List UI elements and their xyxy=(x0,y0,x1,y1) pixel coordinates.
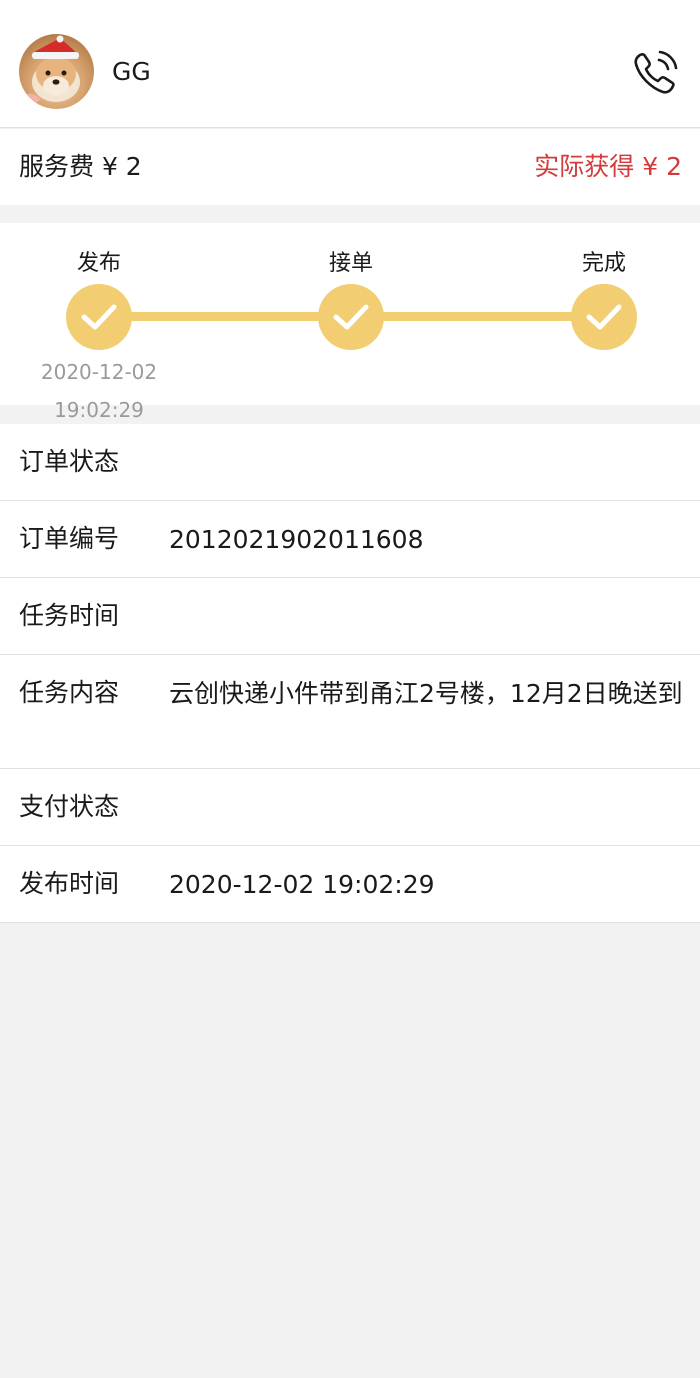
fee-row: 服务费 ¥ 2 实际获得 ¥ 2 xyxy=(0,129,700,205)
detail-row-task-time: 任务时间 xyxy=(0,578,700,655)
step-check xyxy=(571,284,637,350)
detail-value: 201202190201160​8 xyxy=(169,525,424,554)
step-complete: 完成 xyxy=(544,223,664,405)
detail-row-publish-time: 发布时间 2020-12-02 19:02:29 xyxy=(0,846,700,923)
step-label: 发布 xyxy=(76,251,121,276)
order-details: 订单状态 订单编号 201202190201160​8 任务时间 任务内容 云创… xyxy=(0,424,700,923)
check-icon xyxy=(81,304,117,330)
step-date: 2020-12-02 19:02:29 xyxy=(40,360,158,422)
user-header: GG xyxy=(0,0,700,128)
detail-row-payment-status: 支付状态 xyxy=(0,769,700,846)
detail-value: 2020-12-02 19:02:29 xyxy=(169,870,435,899)
detail-label: 订单编号 xyxy=(19,524,120,553)
order-progress: 发布 2020-12-02 19:02:29 接单 完成 xyxy=(0,223,700,422)
detail-row-order-number: 订单编号 201202190201160​8 xyxy=(0,501,700,578)
detail-row-order-status: 订单状态 xyxy=(0,424,700,501)
check-icon xyxy=(333,304,369,330)
avatar[interactable] xyxy=(19,34,94,109)
actual-earned: 实际获得 ¥ 2 xyxy=(534,152,682,181)
shiba-dog-avatar-icon xyxy=(24,35,80,106)
service-fee: 服务费 ¥ 2 xyxy=(19,152,142,181)
step-publish: 发布 2020-12-02 19:02:29 xyxy=(39,223,159,422)
username: GG xyxy=(112,57,151,86)
detail-row-task-content: 任务内容 云创快递小件带到甬江2号楼，12月2日晚送到 xyxy=(0,655,700,769)
detail-label: 支付状态 xyxy=(19,792,120,821)
detail-label: 订单状态 xyxy=(19,447,120,476)
step-accept: 接单 xyxy=(291,223,411,405)
step-check xyxy=(66,284,132,350)
step-check xyxy=(318,284,384,350)
detail-label: 发布时间 xyxy=(19,869,120,898)
step-label: 完成 xyxy=(581,251,626,276)
detail-label: 任务内容 xyxy=(19,678,120,707)
check-icon xyxy=(586,304,622,330)
step-label: 接单 xyxy=(328,251,373,276)
phone-icon[interactable] xyxy=(630,48,680,98)
detail-value: 云创快递小件带到甬江2号楼，12月2日晚送到 xyxy=(169,679,683,708)
detail-label: 任务时间 xyxy=(19,601,120,630)
